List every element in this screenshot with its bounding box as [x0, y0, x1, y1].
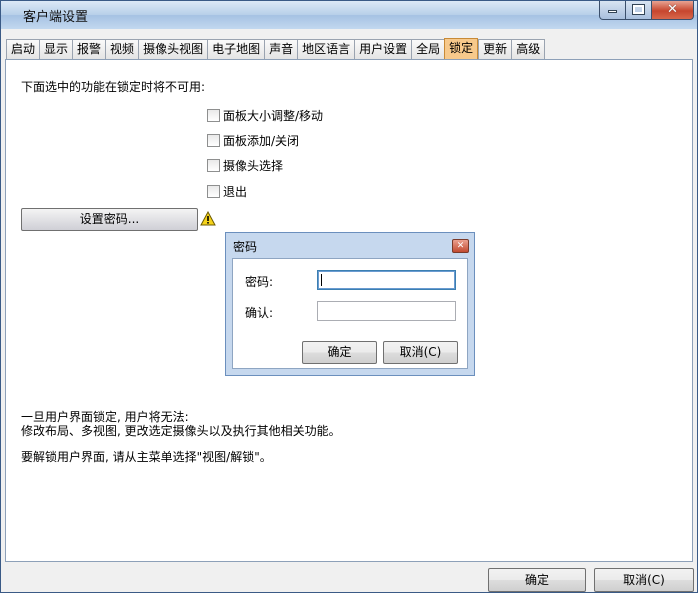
close-icon: ✕ — [667, 2, 678, 17]
set-password-button[interactable]: 设置密码... — [21, 208, 198, 231]
maximize-icon — [632, 4, 645, 15]
checkbox[interactable] — [207, 184, 220, 198]
title-bar[interactable]: 客户端设置 ✕ — [1, 1, 697, 29]
close-icon: ✕ — [456, 241, 465, 251]
confirm-label: 确认: — [245, 306, 274, 320]
tab-region-language[interactable]: 地区语言 — [297, 39, 355, 59]
tab-alarm[interactable]: 报警 — [72, 39, 106, 59]
lock-settings-panel: 下面选中的功能在锁定时将不可用: 面板大小调整/移动 面板添加/关闭 摄像头选择… — [5, 59, 693, 562]
tab-global[interactable]: 全局 — [411, 39, 445, 59]
tab-advanced[interactable]: 高级 — [511, 39, 546, 59]
tab-video[interactable]: 视频 — [105, 39, 139, 59]
option-exit[interactable]: 退出 — [207, 183, 247, 199]
maximize-button[interactable] — [625, 1, 652, 20]
minimize-button[interactable] — [599, 1, 626, 20]
dialog-cancel-button[interactable]: 取消(C) — [383, 341, 458, 364]
dialog-title: 密码 — [233, 240, 258, 254]
password-dialog: 密码 ✕ 密码: 确认: 确定 取消(C) — [225, 232, 475, 376]
confirm-password-field[interactable] — [317, 301, 456, 321]
ok-button[interactable]: 确定 — [488, 568, 586, 592]
option-label: 退出 — [223, 184, 248, 199]
password-field[interactable] — [317, 270, 456, 290]
checkbox[interactable] — [207, 133, 220, 147]
tab-update[interactable]: 更新 — [478, 39, 512, 59]
password-label: 密码: — [245, 275, 274, 289]
cancel-button[interactable]: 取消(C) — [594, 568, 694, 592]
text-caret — [321, 274, 322, 286]
lock-description: 下面选中的功能在锁定时将不可用: — [21, 80, 206, 94]
checkbox[interactable] — [207, 158, 220, 172]
option-label: 摄像头选择 — [223, 158, 284, 173]
dialog-close-button[interactable]: ✕ — [452, 239, 469, 253]
tab-user-settings[interactable]: 用户设置 — [354, 39, 412, 59]
option-add-close-panel[interactable]: 面板添加/关闭 — [207, 132, 299, 148]
dialog-ok-button[interactable]: 确定 — [302, 341, 377, 364]
checkbox[interactable] — [207, 108, 220, 122]
option-label: 面板添加/关闭 — [223, 133, 300, 148]
client-settings-window: 客户端设置 ✕ 启动 显示 报警 视频 摄像头视图 电子地图 声音 地区语言 用… — [0, 0, 698, 593]
option-camera-select[interactable]: 摄像头选择 — [207, 157, 283, 173]
tab-camera-view[interactable]: 摄像头视图 — [138, 39, 208, 59]
minimize-icon — [608, 10, 617, 13]
warning-icon — [200, 211, 216, 226]
tab-strip: 启动 显示 报警 视频 摄像头视图 电子地图 声音 地区语言 用户设置 全局 锁… — [6, 38, 546, 60]
dialog-body: 密码: 确认: 确定 取消(C) — [232, 258, 468, 369]
tab-sound[interactable]: 声音 — [264, 39, 298, 59]
option-resize-move[interactable]: 面板大小调整/移动 — [207, 107, 323, 123]
tab-startup[interactable]: 启动 — [6, 39, 40, 59]
tab-display[interactable]: 显示 — [39, 39, 73, 59]
tab-lock[interactable]: 锁定 — [444, 38, 479, 59]
close-button[interactable]: ✕ — [651, 1, 694, 20]
window-title: 客户端设置 — [23, 10, 89, 25]
unlock-hint: 要解锁用户界面, 请从主菜单选择"视图/解锁"。 — [21, 450, 272, 464]
tab-emap[interactable]: 电子地图 — [207, 39, 265, 59]
lock-info-line: 修改布局、多视图, 更改选定摄像头以及执行其他相关功能。 — [21, 424, 341, 438]
option-label: 面板大小调整/移动 — [223, 108, 324, 123]
